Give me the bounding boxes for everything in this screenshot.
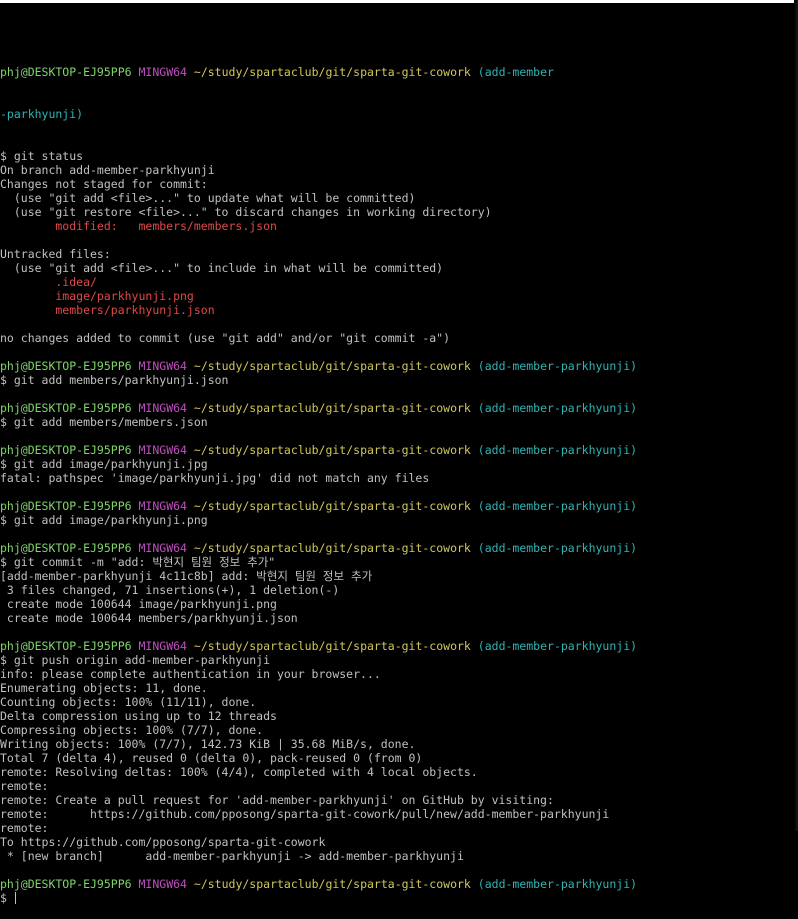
prompt-line: phj@DESKTOP-EJ95PP6 MINGW64 ~/study/spar… [0, 541, 798, 555]
output-line: (use "git restore <file>..." to discard … [0, 205, 492, 219]
output-line: info: please complete authentication in … [0, 667, 381, 681]
prompt-path: ~/study/spartaclub/git/sparta-git-cowork [193, 639, 471, 653]
prompt-system: MINGW64 [138, 541, 187, 555]
output-line: On branch add-member-parkhyunji [0, 163, 215, 177]
output-line: remote: [0, 779, 49, 793]
prompt-line: phj@DESKTOP-EJ95PP6 MINGW64 ~/study/spar… [0, 359, 798, 373]
prompt-branch: (add-member-parkhyunji) [477, 639, 638, 653]
input-prompt: $ [0, 891, 14, 905]
output-line: Total 7 (delta 4), reused 0 (delta 0), p… [0, 751, 423, 765]
prompt-path: ~/study/spartaclub/git/sparta-git-cowork [193, 443, 471, 457]
prompt-branch: (add-member [477, 65, 554, 79]
prompt-path: ~/study/spartaclub/git/sparta-git-cowork [193, 541, 471, 555]
prompt-branch: (add-member-parkhyunji) [477, 499, 638, 513]
prompt-line: phj@DESKTOP-EJ95PP6 MINGW64 ~/study/spar… [0, 401, 798, 415]
output-line: remote: https://github.com/pposong/spart… [0, 807, 610, 821]
prompt-branch: (add-member-parkhyunji) [477, 541, 638, 555]
output-line: Changes not staged for commit: [0, 177, 208, 191]
prompt-path: ~/study/spartaclub/git/sparta-git-cowork [193, 65, 471, 79]
command-line: $ git commit -m "add: 박현지 팀원 정보 추가" [0, 555, 276, 569]
prompt-user: phj@DESKTOP-EJ95PP6 [0, 359, 132, 373]
prompt-system: MINGW64 [138, 639, 187, 653]
command-line: $ git add image/parkhyunji.jpg [0, 457, 208, 471]
prompt-branch: (add-member-parkhyunji) [477, 401, 638, 415]
prompt-user: phj@DESKTOP-EJ95PP6 [0, 65, 132, 79]
output-line: remote: Create a pull request for 'add-m… [0, 793, 554, 807]
prompt-line: phj@DESKTOP-EJ95PP6 MINGW64 ~/study/spar… [0, 499, 798, 513]
terminal-output[interactable]: phj@DESKTOP-EJ95PP6 MINGW64 ~/study/spar… [0, 23, 798, 905]
output-line: no changes added to commit (use "git add… [0, 331, 451, 345]
output-line: Writing objects: 100% (7/7), 142.73 KiB … [0, 737, 416, 751]
output-line: (use "git add <file>..." to update what … [0, 191, 416, 205]
output-line: create mode 100644 members/parkhyunji.js… [0, 611, 298, 625]
output-line: create mode 100644 image/parkhyunji.png [0, 597, 277, 611]
output-line: members/parkhyunji.json [0, 303, 215, 317]
prompt-branch: (add-member-parkhyunji) [477, 359, 638, 373]
window-right-edge [794, 0, 798, 831]
output-line: 3 files changed, 71 insertions(+), 1 del… [0, 583, 340, 597]
prompt-line-wrap: -parkhyunji) [0, 107, 798, 121]
prompt-path: ~/study/spartaclub/git/sparta-git-cowork [193, 499, 471, 513]
prompt-path: ~/study/spartaclub/git/sparta-git-cowork [193, 401, 471, 415]
output-line: Compressing objects: 100% (7/7), done. [0, 723, 264, 737]
prompt-system: MINGW64 [138, 877, 187, 891]
prompt-user: phj@DESKTOP-EJ95PP6 [0, 499, 132, 513]
prompt-branch: (add-member-parkhyunji) [477, 443, 638, 457]
prompt-line: phj@DESKTOP-EJ95PP6 MINGW64 ~/study/spar… [0, 877, 798, 891]
output-line: (use "git add <file>..." to include in w… [0, 261, 444, 275]
output-line: remote: [0, 821, 49, 835]
output-line: .idea/ [0, 275, 97, 289]
command-line: $ git add members/members.json [0, 415, 208, 429]
prompt-system: MINGW64 [138, 65, 187, 79]
output-line: Enumerating objects: 11, done. [0, 681, 208, 695]
output-line: * [new branch] add-member-parkhyunji -> … [0, 849, 464, 863]
prompt-system: MINGW64 [138, 359, 187, 373]
prompt-line: phj@DESKTOP-EJ95PP6 MINGW64 ~/study/spar… [0, 65, 798, 79]
window-titlebar-edge [0, 0, 798, 3]
output-line: fatal: pathspec 'image/parkhyunji.jpg' d… [0, 471, 430, 485]
prompt-user: phj@DESKTOP-EJ95PP6 [0, 541, 132, 555]
text-cursor [14, 892, 16, 904]
output-line: image/parkhyunji.png [0, 289, 194, 303]
prompt-branch-wrap: -parkhyunji) [0, 107, 84, 121]
input-line[interactable]: $ [0, 891, 798, 905]
prompt-user: phj@DESKTOP-EJ95PP6 [0, 877, 132, 891]
prompt-user: phj@DESKTOP-EJ95PP6 [0, 639, 132, 653]
command-line: $ git push origin add-member-parkhyunji [0, 653, 271, 667]
prompt-system: MINGW64 [138, 499, 187, 513]
prompt-system: MINGW64 [138, 401, 187, 415]
prompt-path: ~/study/spartaclub/git/sparta-git-cowork [193, 359, 471, 373]
output-line: remote: Resolving deltas: 100% (4/4), co… [0, 765, 478, 779]
command-history: $ git status On branch add-member-parkhyu… [0, 149, 798, 905]
output-line: [add-member-parkhyunji 4c11c8b] add: 박현지… [0, 569, 373, 583]
prompt-line: phj@DESKTOP-EJ95PP6 MINGW64 ~/study/spar… [0, 443, 798, 457]
prompt-path: ~/study/spartaclub/git/sparta-git-cowork [193, 877, 471, 891]
prompt-user: phj@DESKTOP-EJ95PP6 [0, 401, 132, 415]
prompt-line: phj@DESKTOP-EJ95PP6 MINGW64 ~/study/spar… [0, 639, 798, 653]
output-line: To https://github.com/pposong/sparta-git… [0, 835, 326, 849]
prompt-system: MINGW64 [138, 443, 187, 457]
prompt-user: phj@DESKTOP-EJ95PP6 [0, 443, 132, 457]
output-line: modified: members/members.json [0, 219, 277, 233]
command-line: $ git status [0, 149, 84, 163]
command-line: $ git add members/parkhyunji.json [0, 373, 229, 387]
command-line: $ git add image/parkhyunji.png [0, 513, 208, 527]
prompt-branch: (add-member-parkhyunji) [477, 877, 638, 891]
output-line: Counting objects: 100% (11/11), done. [0, 695, 257, 709]
output-line: Delta compression using up to 12 threads [0, 709, 277, 723]
output-line: Untracked files: [0, 247, 111, 261]
